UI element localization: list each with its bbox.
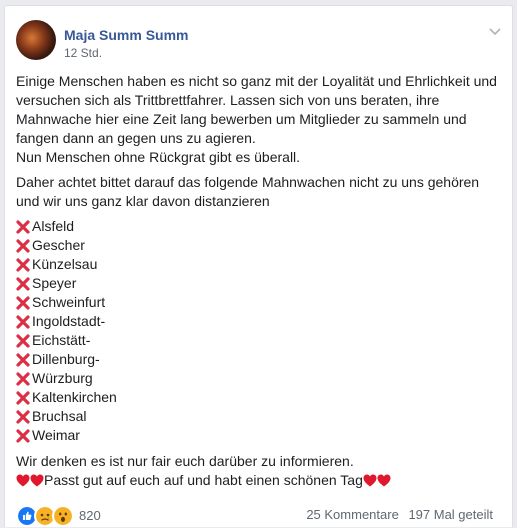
location-item: Ingoldstadt- bbox=[16, 312, 504, 331]
author-avatar[interactable] bbox=[16, 20, 56, 60]
location-name: Speyer bbox=[32, 275, 77, 291]
location-name: Bruchsal bbox=[32, 408, 87, 424]
heart-icon bbox=[363, 474, 377, 487]
cross-mark-icon bbox=[16, 371, 30, 386]
post-paragraph: Einige Menschen haben es nicht so ganz m… bbox=[16, 72, 504, 167]
location-name: Würzburg bbox=[32, 370, 93, 386]
cross-mark-icon bbox=[16, 276, 30, 291]
location-name: Weimar bbox=[32, 427, 80, 443]
location-item: Gescher bbox=[16, 236, 504, 255]
cross-mark-icon bbox=[16, 238, 30, 253]
cross-mark-icon bbox=[16, 352, 30, 367]
location-item: Bruchsal bbox=[16, 407, 504, 426]
location-name: Kaltenkirchen bbox=[32, 389, 117, 405]
cross-mark-icon bbox=[16, 219, 30, 234]
post-footer: 820 25 Kommentare 197 Mal geteilt bbox=[5, 502, 512, 528]
location-item: Dillenburg- bbox=[16, 350, 504, 369]
location-name: Künzelsau bbox=[32, 256, 98, 272]
location-name: Alsfeld bbox=[32, 218, 75, 234]
location-item: Künzelsau bbox=[16, 255, 504, 274]
location-name: Ingoldstadt- bbox=[32, 313, 106, 329]
author-name[interactable]: Maja Summ Summ bbox=[64, 26, 188, 44]
location-item: Alsfeld bbox=[16, 217, 504, 236]
post-body: Einige Menschen haben es nicht so ganz m… bbox=[16, 72, 504, 490]
heart-icon bbox=[30, 474, 44, 487]
shares-count-link[interactable]: 197 Mal geteilt bbox=[408, 507, 493, 522]
post-card: Maja Summ Summ 12 Std. Einige Menschen h… bbox=[4, 5, 513, 527]
cross-mark-icon bbox=[16, 314, 30, 329]
post-closing: Wir denken es ist nur fair euch darüber … bbox=[16, 452, 504, 490]
closing-wish: Passt gut auf euch auf und habt einen sc… bbox=[44, 472, 363, 488]
reaction-count[interactable]: 820 bbox=[79, 506, 101, 526]
location-name: Dillenburg- bbox=[32, 351, 100, 367]
wow-icon bbox=[52, 505, 74, 527]
post-stats: 25 Kommentare 197 Mal geteilt bbox=[300, 507, 493, 523]
chevron-down-icon[interactable] bbox=[487, 23, 503, 39]
post-timestamp[interactable]: 12 Std. bbox=[64, 45, 102, 61]
location-name: Gescher bbox=[32, 237, 85, 253]
location-item: Speyer bbox=[16, 274, 504, 293]
location-name: Eichstätt- bbox=[32, 332, 91, 348]
location-item: Schweinfurt bbox=[16, 293, 504, 312]
location-item: Würzburg bbox=[16, 369, 504, 388]
closing-line: Wir denken es ist nur fair euch darüber … bbox=[16, 453, 354, 469]
reaction-summary[interactable]: 820 bbox=[16, 505, 101, 527]
location-name: Schweinfurt bbox=[32, 294, 106, 310]
paragraph-text: Einige Menschen haben es nicht so ganz m… bbox=[16, 73, 497, 146]
cross-mark-icon bbox=[16, 428, 30, 443]
heart-icon bbox=[16, 474, 30, 487]
heart-icon bbox=[377, 474, 391, 487]
comments-count-link[interactable]: 25 Kommentare bbox=[306, 507, 399, 522]
post-paragraph: Daher achtet bittet darauf das folgende … bbox=[16, 174, 480, 209]
location-item: Weimar bbox=[16, 426, 504, 445]
cross-mark-icon bbox=[16, 409, 30, 424]
location-item: Kaltenkirchen bbox=[16, 388, 504, 407]
paragraph-text: Nun Menschen ohne Rückgrat gibt es übera… bbox=[16, 149, 301, 165]
cross-mark-icon bbox=[16, 295, 30, 310]
cross-mark-icon bbox=[16, 257, 30, 272]
location-item: Eichstätt- bbox=[16, 331, 504, 350]
cross-mark-icon bbox=[16, 390, 30, 405]
location-list: Alsfeld Gescher Künzelsau Speyer Schweinfurt… bbox=[16, 217, 504, 445]
cross-mark-icon bbox=[16, 333, 30, 348]
